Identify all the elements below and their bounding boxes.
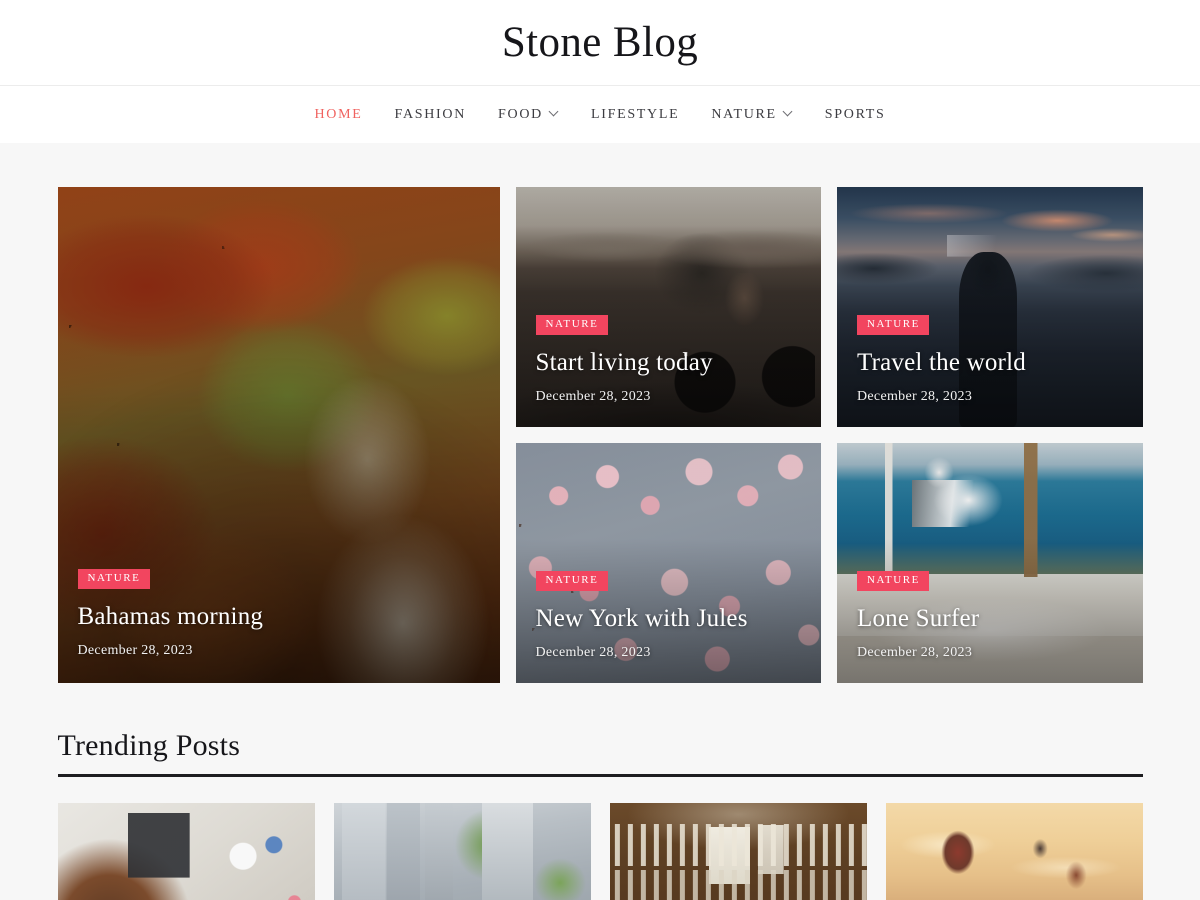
post-caption: NATURE Lone Surfer December 28, 2023 xyxy=(857,570,1123,661)
post-card[interactable]: NATURE New York with Jules December 28, … xyxy=(515,443,821,683)
post-image-pub-bar-interior xyxy=(609,803,867,900)
site-header: Stone Blog xyxy=(0,0,1200,86)
post-caption: NATURE Travel the world December 28, 202… xyxy=(857,314,1123,405)
nav-label: NATURE xyxy=(711,106,777,122)
main-navigation: HOME FASHION FOOD LIFESTYLE NATURE SPORT… xyxy=(0,86,1200,143)
nav-item-sports[interactable]: SPORTS xyxy=(809,107,902,123)
category-badge[interactable]: NATURE xyxy=(535,314,608,335)
nav-item-food[interactable]: FOOD xyxy=(482,107,575,123)
post-image-city-view-from-rooftop xyxy=(333,803,591,900)
post-card[interactable]: NATURE Start living today December 28, 2… xyxy=(515,187,821,427)
featured-posts-grid: NATURE Bahamas morning December 28, 2023… xyxy=(57,187,1143,683)
post-caption: NATURE New York with Jules December 28, … xyxy=(535,570,802,661)
trending-posts-section: Trending Posts xyxy=(57,729,1143,900)
section-divider xyxy=(57,774,1143,777)
featured-post-card[interactable]: NATURE Bahamas morning December 28, 2023 xyxy=(57,187,500,683)
nav-label: LIFESTYLE xyxy=(590,106,680,122)
trending-post-thumbnail[interactable] xyxy=(609,803,867,900)
nav-item-nature[interactable]: NATURE xyxy=(695,107,808,123)
post-title[interactable]: Lone Surfer xyxy=(857,605,1123,633)
post-card[interactable]: NATURE Lone Surfer December 28, 2023 xyxy=(837,443,1143,683)
nav-label: FOOD xyxy=(498,106,543,122)
post-date: December 28, 2023 xyxy=(535,645,651,660)
post-caption: NATURE Bahamas morning December 28, 2023 xyxy=(77,568,480,659)
post-image-hot-air-balloons-sunrise xyxy=(885,803,1143,900)
post-date: December 28, 2023 xyxy=(77,643,193,658)
nav-label: HOME xyxy=(314,106,363,122)
nav-item-home[interactable]: HOME xyxy=(298,107,378,123)
post-title[interactable]: Start living today xyxy=(536,349,802,377)
category-badge[interactable]: NATURE xyxy=(77,568,150,589)
chevron-down-icon xyxy=(784,108,793,117)
trending-posts-heading: Trending Posts xyxy=(57,729,241,762)
post-date: December 28, 2023 xyxy=(535,389,651,404)
post-caption: NATURE Start living today December 28, 2… xyxy=(535,314,802,405)
post-title[interactable]: New York with Jules xyxy=(536,605,802,633)
post-image-woman-writing-at-desk xyxy=(57,803,315,900)
site-title[interactable]: Stone Blog xyxy=(502,21,698,64)
post-card[interactable]: NATURE Travel the world December 28, 202… xyxy=(837,187,1143,427)
nav-item-fashion[interactable]: FASHION xyxy=(379,107,483,123)
trending-post-thumbnail[interactable] xyxy=(333,803,591,900)
nav-label: SPORTS xyxy=(824,106,886,122)
category-badge[interactable]: NATURE xyxy=(857,570,929,591)
trending-post-thumbnail[interactable] xyxy=(57,803,315,900)
chevron-down-icon xyxy=(550,108,559,117)
trending-posts-grid xyxy=(57,803,1143,900)
category-badge[interactable]: NATURE xyxy=(535,570,608,591)
post-title[interactable]: Travel the world xyxy=(857,349,1123,377)
post-date: December 28, 2023 xyxy=(857,389,973,404)
trending-post-thumbnail[interactable] xyxy=(885,803,1143,900)
main-content: NATURE Bahamas morning December 28, 2023… xyxy=(57,143,1143,900)
category-badge[interactable]: NATURE xyxy=(857,314,929,335)
nav-item-lifestyle[interactable]: LIFESTYLE xyxy=(575,107,695,123)
nav-label: FASHION xyxy=(394,106,467,122)
post-title[interactable]: Bahamas morning xyxy=(78,603,480,631)
post-date: December 28, 2023 xyxy=(857,645,973,660)
